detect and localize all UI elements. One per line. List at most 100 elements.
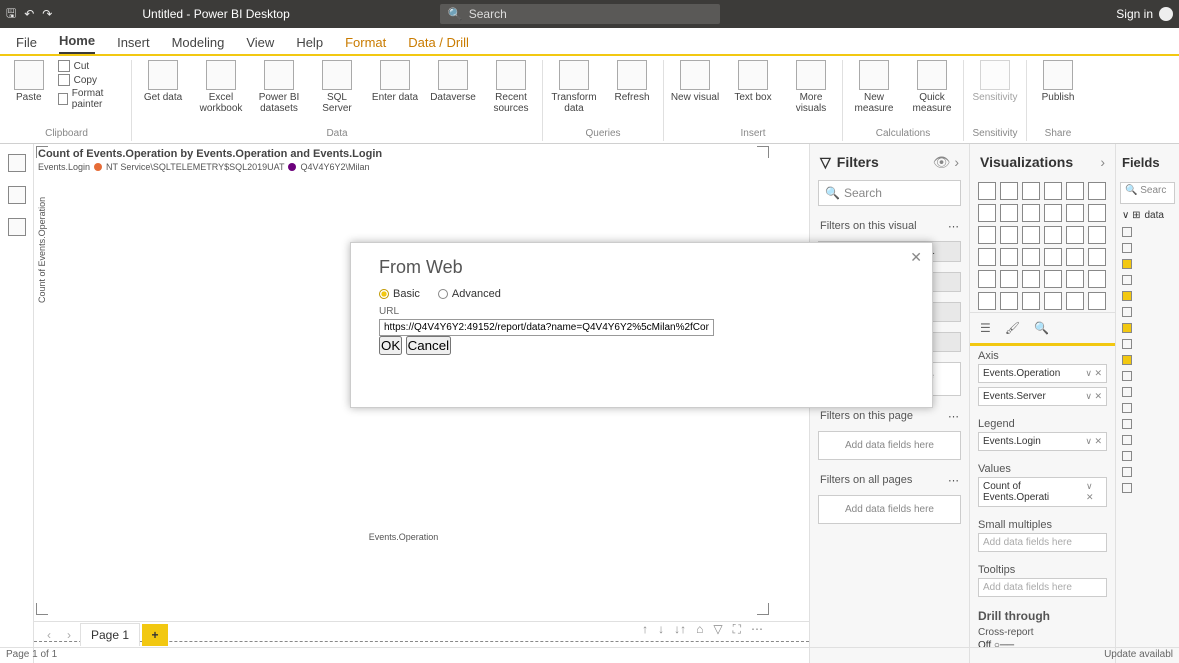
copy-button[interactable]: Copy [58, 74, 125, 86]
recent-sources-button[interactable]: Recent sources [486, 60, 536, 114]
viz-type-icon[interactable] [1022, 182, 1040, 200]
small-multiples-well[interactable]: Add data fields here [978, 533, 1107, 552]
viz-type-icon[interactable] [1044, 204, 1062, 222]
fields-search[interactable]: 🔍 Searc [1120, 182, 1175, 204]
filter-add-well-page[interactable]: Add data fields here [818, 431, 961, 460]
radio-advanced[interactable]: Advanced [438, 288, 501, 300]
signin-button[interactable]: Sign in [1116, 7, 1173, 21]
viz-type-icon[interactable] [1044, 248, 1062, 266]
get-data-button[interactable]: Get data [138, 60, 188, 103]
data-view-icon[interactable] [8, 186, 26, 204]
enter-data-button[interactable]: Enter data [370, 60, 420, 103]
viz-type-icon[interactable] [1044, 226, 1062, 244]
viz-type-icon[interactable] [1022, 226, 1040, 244]
more-icon[interactable]: ⋯ [948, 220, 959, 233]
viz-type-icon[interactable] [1044, 270, 1062, 288]
cut-button[interactable]: Cut [58, 60, 125, 72]
analytics-tab-icon[interactable]: 🔍 [1034, 321, 1049, 335]
save-icon[interactable]: 🖫 [6, 4, 16, 25]
viz-type-icon[interactable] [1088, 226, 1106, 244]
viz-type-icon[interactable] [1000, 248, 1018, 266]
viz-type-icon[interactable] [978, 226, 996, 244]
viz-type-icon[interactable] [1000, 204, 1018, 222]
tooltips-well[interactable]: Add data fields here [978, 578, 1107, 597]
viz-type-icon[interactable] [1066, 292, 1084, 310]
viz-type-icon[interactable] [1088, 248, 1106, 266]
page-tab-1[interactable]: Page 1 [80, 623, 140, 646]
excel-button[interactable]: Excel workbook [196, 60, 246, 114]
more-visuals-button[interactable]: More visuals [786, 60, 836, 114]
tab-home[interactable]: Home [59, 29, 95, 54]
refresh-button[interactable]: Refresh [607, 60, 657, 103]
tab-insert[interactable]: Insert [117, 31, 150, 54]
radio-basic[interactable]: Basic [379, 288, 420, 300]
text-box-button[interactable]: Text box [728, 60, 778, 103]
filter-search[interactable]: 🔍Search [818, 180, 961, 206]
filter-add-well-all[interactable]: Add data fields here [818, 495, 961, 524]
viz-type-icon[interactable] [1066, 248, 1084, 266]
redo-icon[interactable]: ↷ [42, 7, 52, 21]
close-icon[interactable]: ✕ [910, 249, 922, 266]
viz-type-icon[interactable] [1066, 270, 1084, 288]
collapse-icon[interactable]: › [954, 154, 959, 170]
new-measure-button[interactable]: New measure [849, 60, 899, 114]
tab-modeling[interactable]: Modeling [172, 31, 225, 54]
tab-format[interactable]: Format [345, 31, 386, 54]
paste-button[interactable]: Paste [8, 60, 50, 103]
axis-field-2[interactable]: Events.Server∨ ✕ [978, 387, 1107, 406]
viz-type-icon[interactable] [1000, 270, 1018, 288]
viz-type-icon[interactable] [1000, 226, 1018, 244]
new-visual-button[interactable]: New visual [670, 60, 720, 103]
viz-type-icon[interactable] [1066, 204, 1084, 222]
viz-type-icon[interactable] [1022, 204, 1040, 222]
publish-button[interactable]: Publish [1033, 60, 1083, 103]
page-next[interactable]: › [60, 628, 78, 642]
pbi-datasets-button[interactable]: Power BI datasets [254, 60, 304, 114]
viz-type-icon[interactable] [978, 292, 996, 310]
viz-type-icon[interactable] [1000, 292, 1018, 310]
viz-type-icon[interactable] [1022, 292, 1040, 310]
undo-icon[interactable]: ↶ [24, 7, 34, 21]
viz-type-icon[interactable] [1000, 182, 1018, 200]
report-view-icon[interactable] [8, 154, 26, 172]
quick-measure-button[interactable]: Quick measure [907, 60, 957, 114]
url-input[interactable] [379, 319, 714, 336]
tab-file[interactable]: File [16, 31, 37, 54]
tab-datadrill[interactable]: Data / Drill [408, 31, 469, 54]
viz-type-icon[interactable] [978, 204, 996, 222]
viz-type-icon[interactable] [978, 182, 996, 200]
viz-type-icon[interactable] [978, 270, 996, 288]
tab-help[interactable]: Help [296, 31, 323, 54]
cancel-button[interactable]: Cancel [406, 336, 452, 355]
sql-server-button[interactable]: SQL Server [312, 60, 362, 114]
axis-field-1[interactable]: Events.Operation∨ ✕ [978, 364, 1107, 383]
viz-type-icon[interactable] [1066, 182, 1084, 200]
values-field[interactable]: Count of Events.Operati∨ ✕ [978, 477, 1107, 507]
table-node[interactable]: ∨ ⊞data [1122, 210, 1173, 221]
more-icon[interactable]: ⋯ [948, 410, 959, 423]
legend-field[interactable]: Events.Login∨ ✕ [978, 432, 1107, 451]
viz-type-icon[interactable] [1022, 248, 1040, 266]
fields-tab-icon[interactable]: ☰ [980, 321, 991, 335]
viz-type-icon[interactable] [1044, 292, 1062, 310]
page-prev[interactable]: ‹ [40, 628, 58, 642]
format-tab-icon[interactable]: 🖌 [1005, 321, 1020, 335]
viz-type-icon[interactable] [1088, 270, 1106, 288]
model-view-icon[interactable] [8, 218, 26, 236]
more-icon[interactable]: ⋯ [948, 474, 959, 487]
viz-type-icon[interactable] [1022, 270, 1040, 288]
viz-type-icon[interactable] [1044, 182, 1062, 200]
sensitivity-button[interactable]: Sensitivity [970, 60, 1020, 103]
viz-type-icon[interactable] [978, 248, 996, 266]
ok-button[interactable]: OK [379, 336, 402, 355]
eye-icon[interactable]: 👁 [933, 154, 951, 170]
add-page-button[interactable]: + [142, 624, 168, 646]
dataverse-button[interactable]: Dataverse [428, 60, 478, 103]
viz-type-icon[interactable] [1066, 226, 1084, 244]
tab-view[interactable]: View [246, 31, 274, 54]
format-painter-button[interactable]: Format painter [58, 88, 125, 110]
global-search[interactable]: 🔍 Search [440, 4, 720, 24]
collapse-icon[interactable]: › [1100, 154, 1105, 170]
viz-type-icon[interactable] [1088, 292, 1106, 310]
viz-type-icon[interactable] [1088, 182, 1106, 200]
